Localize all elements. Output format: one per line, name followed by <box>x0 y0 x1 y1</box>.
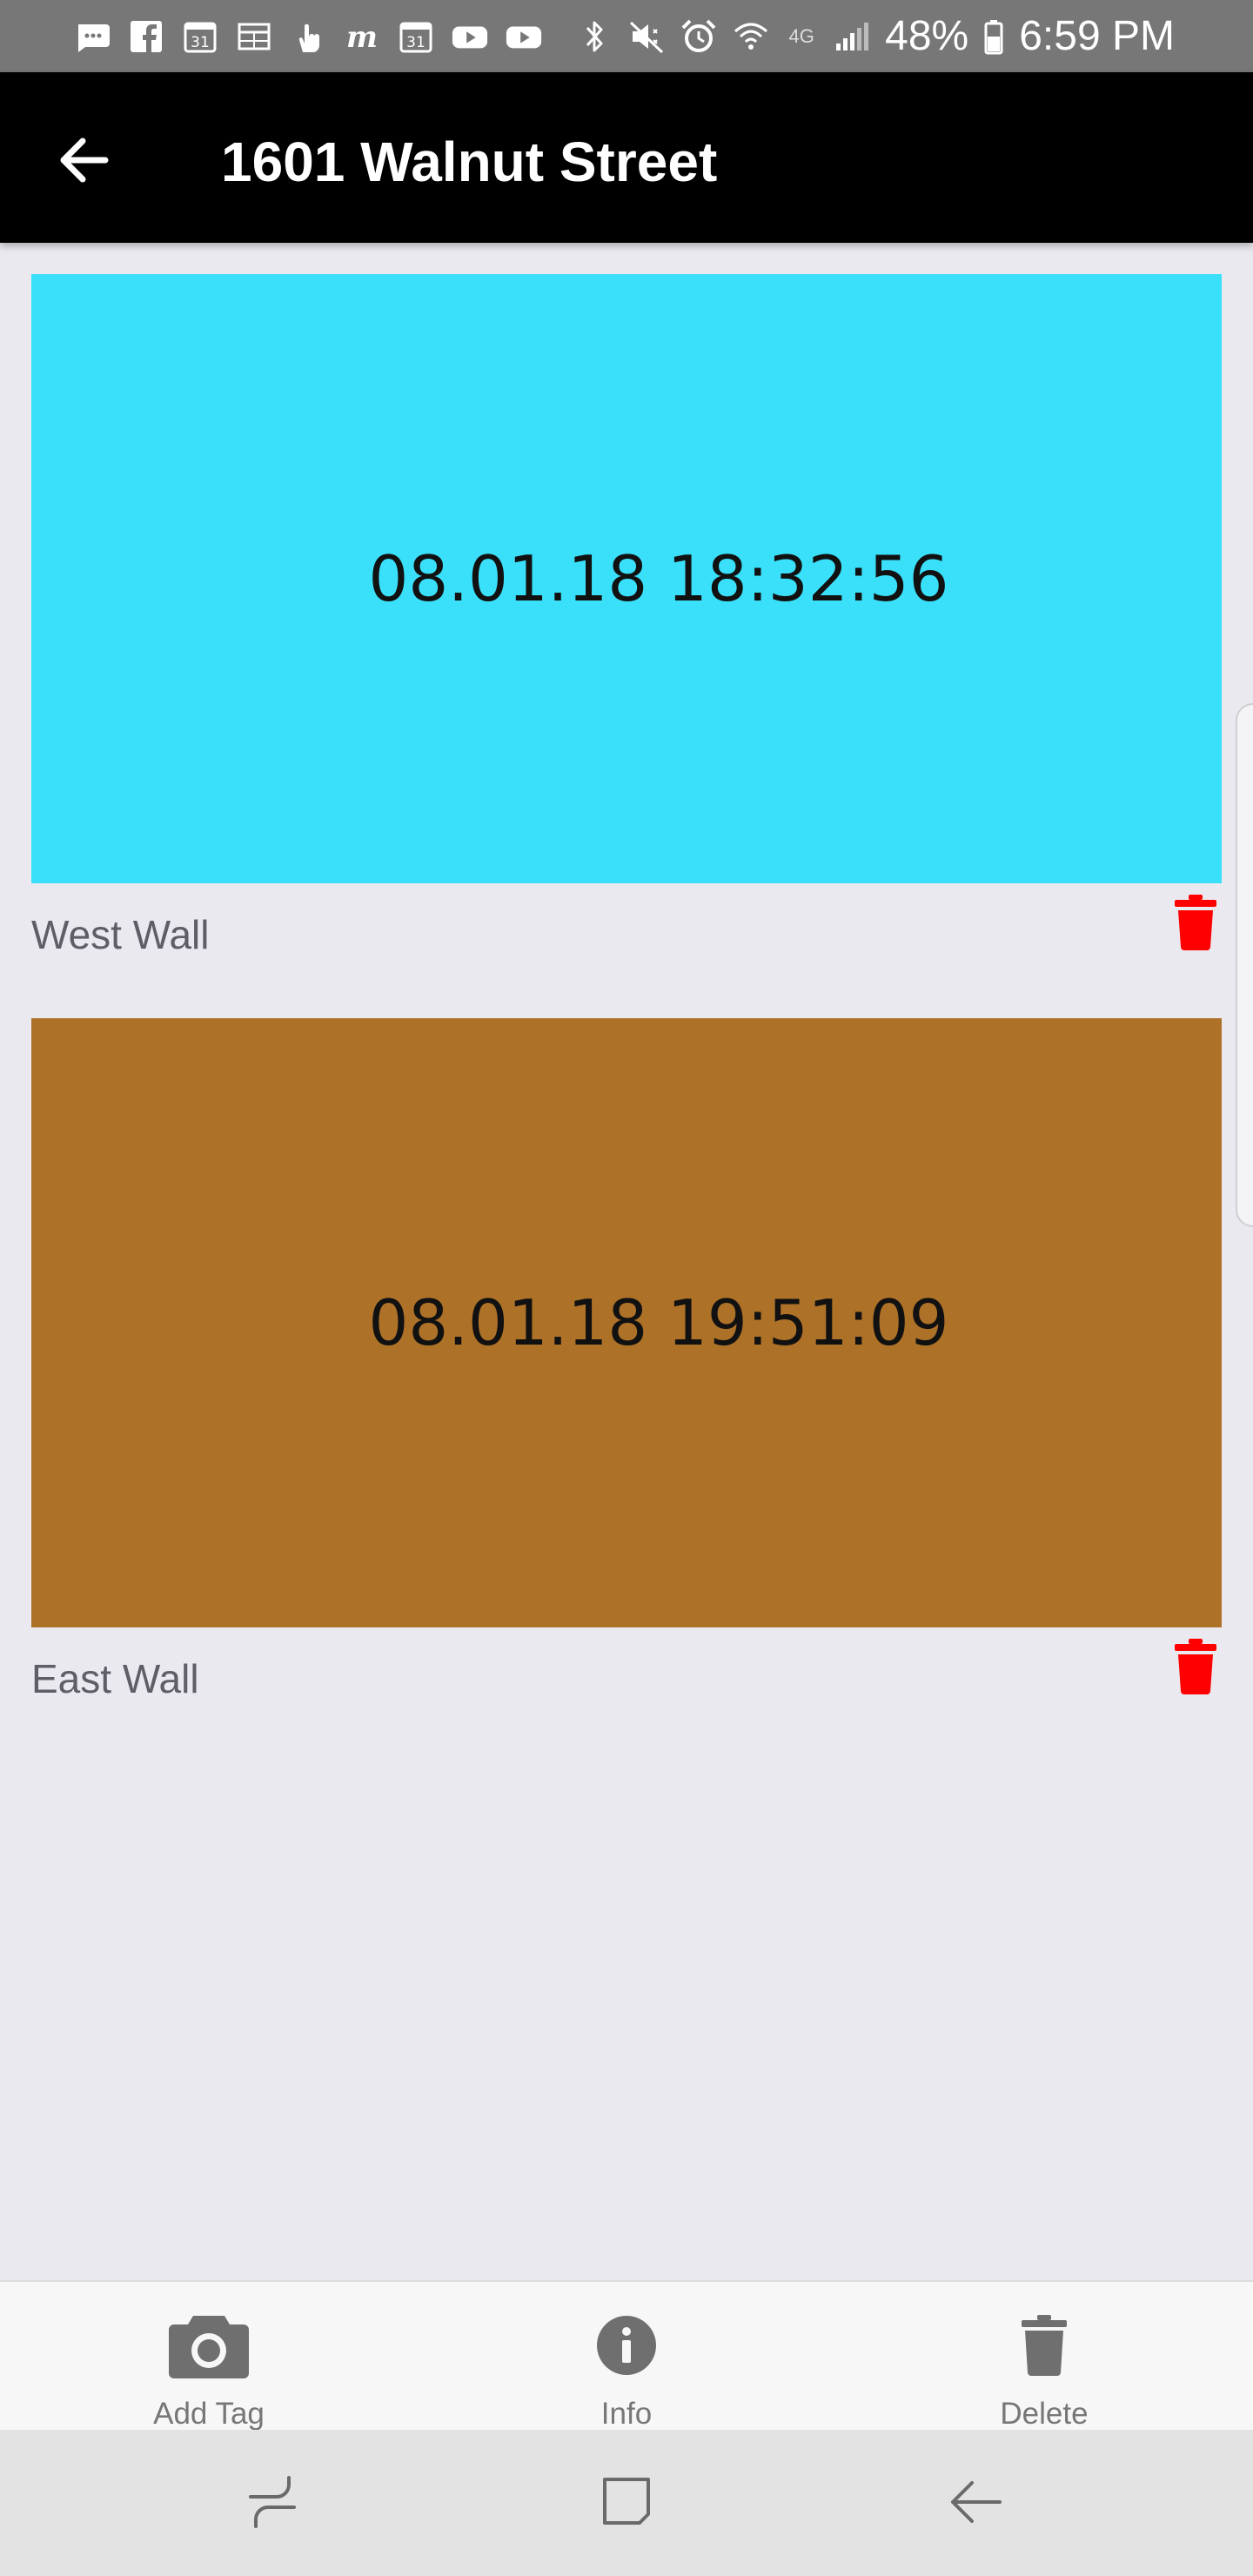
tag-delete-button[interactable] <box>1169 892 1222 953</box>
trash-icon <box>1175 1639 1216 1694</box>
system-icons: 4G 48% 6:59 PM <box>575 0 1175 72</box>
tag-image[interactable]: 08.01.18 19:51:09 <box>31 1018 1222 1627</box>
back-icon <box>944 2471 1005 2536</box>
tag-delete-button[interactable] <box>1169 1636 1222 1697</box>
camera-icon <box>161 2298 257 2393</box>
recents-button[interactable] <box>229 2459 316 2546</box>
tag-label: East Wall <box>31 1656 199 1701</box>
calendar-icon: 31 <box>181 17 219 56</box>
tag-footer: West Wall <box>31 883 1222 979</box>
delete-label: Delete <box>1000 2397 1089 2431</box>
recents-icon <box>242 2471 303 2536</box>
m-app-icon: m <box>343 17 381 56</box>
back-nav-button[interactable] <box>931 2459 1018 2546</box>
delete-button[interactable]: Delete <box>914 2282 1175 2432</box>
trash-icon <box>1175 895 1216 950</box>
bottom-toolbar: Add Tag Info Delete <box>0 2280 1253 2432</box>
tag-image[interactable]: 08.01.18 18:32:56 <box>31 274 1222 883</box>
network-label: 4G <box>784 17 819 56</box>
home-icon <box>596 2471 657 2536</box>
clock: 6:59 PM <box>1019 13 1175 59</box>
home-button[interactable] <box>583 2459 670 2546</box>
bluetooth-icon <box>575 17 613 56</box>
tag-timestamp: 08.01.18 18:32:56 <box>368 542 949 615</box>
app-bar: 1601 Walnut Street <box>0 72 1253 243</box>
facebook-icon <box>127 17 165 56</box>
tag-card: 08.01.18 19:51:09 East Wall <box>31 1018 1222 1723</box>
add-tag-button[interactable]: Add Tag <box>78 2282 339 2432</box>
notification-icons: 31 m 31 <box>73 0 543 72</box>
tag-timestamp: 08.01.18 19:51:09 <box>368 1286 949 1359</box>
trash-icon <box>996 2298 1092 2393</box>
back-button[interactable] <box>45 123 124 201</box>
system-nav-bar <box>0 2430 1253 2576</box>
tag-footer: East Wall <box>31 1627 1222 1723</box>
calendar-icon: 31 <box>397 17 435 56</box>
battery-percent: 48% <box>885 13 969 59</box>
arrow-left-icon <box>57 136 112 189</box>
youtube-icon <box>505 17 543 56</box>
gesture-icon <box>289 17 327 56</box>
signal-icon <box>833 17 871 56</box>
info-icon <box>579 2298 674 2393</box>
tag-label: West Wall <box>31 912 210 957</box>
info-button[interactable]: Info <box>496 2282 757 2432</box>
svg-text:31: 31 <box>406 34 425 51</box>
tag-card: 08.01.18 18:32:56 West Wall <box>31 274 1222 979</box>
battery-icon <box>982 17 1005 56</box>
youtube-icon <box>451 17 489 56</box>
add-tag-label: Add Tag <box>153 2397 265 2431</box>
network-type-text: 4G <box>788 24 814 47</box>
page-title: 1601 Walnut Street <box>221 131 718 193</box>
status-bar: 31 m 31 4G 48% 6:59 PM <box>0 0 1253 72</box>
mute-icon <box>627 17 666 56</box>
svg-text:31: 31 <box>191 34 210 51</box>
scroll-handle[interactable] <box>1236 703 1253 1227</box>
chat-icon <box>73 17 111 56</box>
alarm-icon <box>680 17 718 56</box>
grid-icon <box>235 17 273 56</box>
wifi-icon <box>732 17 770 56</box>
svg-text:m: m <box>346 20 378 54</box>
info-label: Info <box>600 2397 653 2431</box>
